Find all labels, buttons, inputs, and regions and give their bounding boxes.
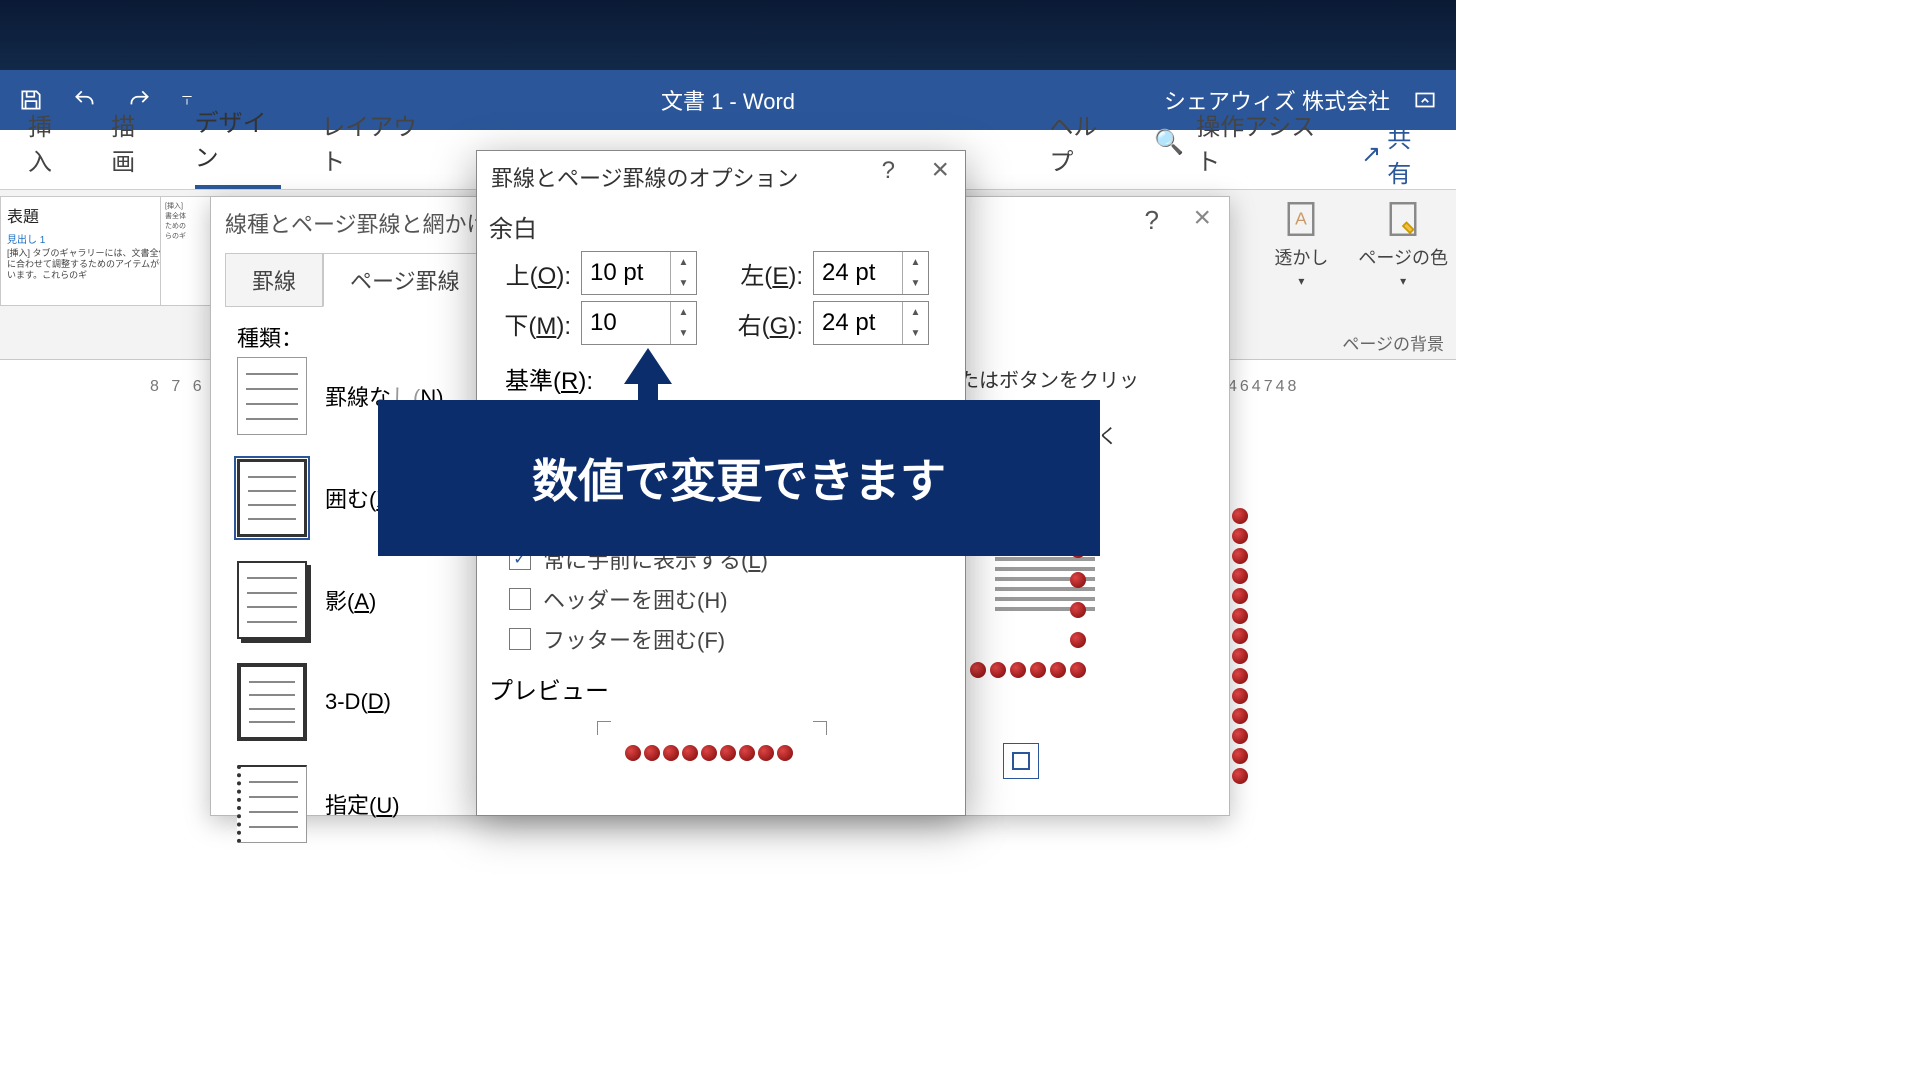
opt-shadow-thumb — [237, 561, 307, 639]
watermark-icon: A — [1280, 198, 1322, 240]
opt-3d-thumb — [237, 663, 307, 741]
margin-bottom-label: 下(M): — [501, 306, 571, 341]
checkbox-icon — [509, 628, 531, 650]
customize-qat-icon[interactable] — [180, 87, 194, 113]
options-dialog-close[interactable]: × — [931, 153, 949, 187]
share-label: 共有 — [1387, 119, 1428, 189]
margin-bottom-input[interactable] — [582, 302, 670, 344]
watermark-label: 透かし — [1274, 244, 1328, 270]
spin-up-icon[interactable]: ▲ — [671, 302, 696, 323]
margin-left-label: 左(E): — [733, 256, 803, 291]
cb-surround-footer[interactable]: フッターを囲む(F) — [509, 623, 725, 655]
spin-up-icon[interactable]: ▲ — [671, 252, 696, 273]
undo-icon[interactable] — [72, 87, 98, 113]
spin-up-icon[interactable]: ▲ — [903, 252, 928, 273]
spin-down-icon[interactable]: ▼ — [903, 273, 928, 294]
margin-section-label: 余白 — [489, 209, 537, 244]
svg-text:A: A — [1296, 208, 1308, 228]
options-dialog-title: 罫線とページ罫線のオプション — [491, 161, 799, 193]
margin-left-spinner[interactable]: ▲▼ — [813, 251, 929, 295]
margin-top-spinner[interactable]: ▲▼ — [581, 251, 697, 295]
tutorial-annotation: 数値で変更できます — [378, 400, 1100, 556]
video-letterbox-top — [0, 0, 1456, 70]
options-button-icon[interactable] — [1003, 743, 1039, 779]
ribbon-options-icon[interactable] — [1412, 87, 1438, 113]
crop-mark-icon — [813, 721, 827, 735]
opt-custom[interactable]: 指定(U) — [237, 765, 444, 843]
tab-design[interactable]: デザイン — [195, 103, 282, 189]
tab-insert[interactable]: 挿入 — [28, 107, 71, 189]
type-label: 種類： — [237, 321, 303, 353]
opt-custom-thumb — [237, 765, 307, 843]
opt-3d[interactable]: 3-D(D) — [237, 663, 444, 741]
crop-mark-icon — [597, 721, 611, 735]
spin-down-icon[interactable]: ▼ — [671, 323, 696, 344]
annotation-text: 数値で変更できます — [532, 445, 946, 511]
margin-left-input[interactable] — [814, 252, 902, 294]
spin-down-icon[interactable]: ▼ — [903, 323, 928, 344]
margin-right-input[interactable] — [814, 302, 902, 344]
chevron-down-icon: ▾ — [1400, 274, 1406, 288]
theme-gallery-item-2[interactable]: [挿入] 書全体 ための らのギ — [160, 196, 214, 306]
ribbon-group-label: ページの背景 — [1342, 330, 1444, 355]
page-color-label: ページの色 — [1358, 244, 1448, 270]
options-dialog-help[interactable]: ? — [882, 157, 895, 185]
share-icon: ↗ — [1361, 140, 1381, 169]
margin-right-spinner[interactable]: ▲▼ — [813, 301, 929, 345]
parent-dialog-help[interactable]: ? — [1145, 205, 1159, 236]
cb-surround-header-label: ヘッダーを囲む(H) — [543, 583, 728, 615]
tell-me[interactable]: 🔍 操作アシスト — [1154, 107, 1321, 189]
spin-down-icon[interactable]: ▼ — [671, 273, 696, 294]
margin-right-label: 右(G): — [733, 306, 803, 341]
margin-top-label: 上(O): — [501, 256, 571, 291]
margin-top-input[interactable] — [582, 252, 670, 294]
opt-none-thumb — [237, 357, 307, 435]
parent-tabs: 罫線 ページ罫線 — [225, 253, 487, 307]
tab-draw[interactable]: 描画 — [111, 107, 154, 189]
document-title: 文書 1 - Word — [661, 84, 795, 116]
ruler-left: 8 7 6 — [150, 378, 206, 396]
tab-layout[interactable]: レイアウト — [321, 107, 429, 189]
search-icon: 🔍 — [1154, 128, 1184, 157]
page-color-button[interactable]: ページの色 ▾ — [1358, 198, 1448, 288]
opt-box-thumb — [237, 459, 307, 537]
cb-surround-footer-label: フッターを囲む(F) — [543, 623, 725, 655]
preview-label: プレビュー — [489, 671, 609, 706]
gallery-side-text: [挿入] 書全体 ための らのギ — [165, 201, 209, 241]
measure-from-label: 基準(R): — [505, 361, 593, 396]
parent-dialog-close[interactable]: × — [1193, 201, 1211, 235]
tab-borders[interactable]: 罫線 — [225, 253, 323, 307]
opt-shadow[interactable]: 影(A) — [237, 561, 444, 639]
ruler-right: 464748 — [1228, 378, 1299, 396]
watermark-button[interactable]: A 透かし ▾ — [1274, 198, 1328, 288]
spin-up-icon[interactable]: ▲ — [903, 302, 928, 323]
tab-help[interactable]: ヘルプ — [1049, 107, 1114, 189]
cb-surround-header[interactable]: ヘッダーを囲む(H) — [509, 583, 728, 615]
tab-page-borders[interactable]: ページ罫線 — [323, 253, 487, 307]
options-preview — [597, 721, 827, 801]
chevron-down-icon: ▾ — [1298, 274, 1304, 288]
page-color-icon — [1382, 198, 1424, 240]
checkbox-icon — [509, 588, 531, 610]
tell-me-label: 操作アシスト — [1196, 107, 1321, 177]
annotation-arrow-icon — [624, 348, 672, 384]
margin-bottom-spinner[interactable]: ▲▼ — [581, 301, 697, 345]
share-button[interactable]: ↗ 共有 — [1361, 119, 1428, 189]
page-art-border-right — [1232, 508, 1248, 788]
